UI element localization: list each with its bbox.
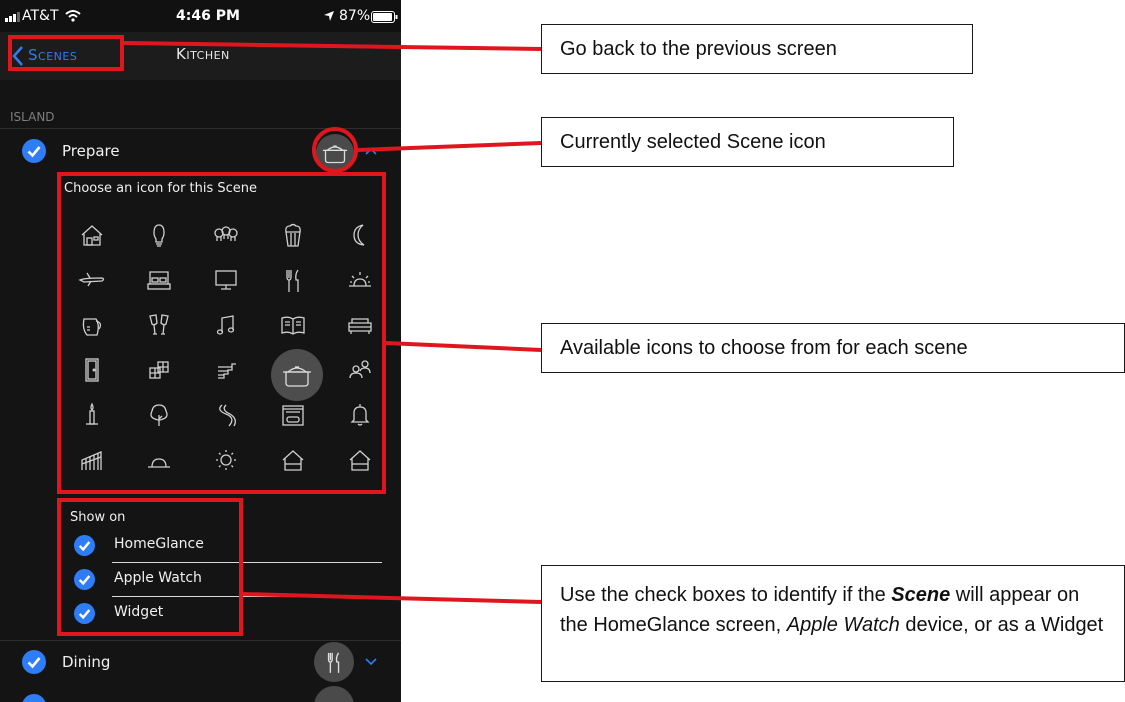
annotation-text: device, or as a Widget bbox=[899, 614, 1104, 636]
annotation-text-watch: Apple Watch bbox=[786, 614, 900, 636]
annotation-selected-icon-text: Currently selected Scene icon bbox=[560, 130, 826, 153]
annotation-text: Use the check boxes to identify if the bbox=[560, 584, 892, 606]
annotation-selected-icon: Currently selected Scene icon bbox=[541, 117, 954, 167]
annotation-back-text: Go back to the previous screen bbox=[560, 37, 837, 60]
annotation-available-text: Available icons to choose from for each … bbox=[560, 336, 968, 359]
annotation-available-icons: Available icons to choose from for each … bbox=[541, 323, 1125, 373]
annotation-checkboxes: Use the check boxes to identify if the S… bbox=[541, 565, 1125, 682]
annotation-text-scene: Scene bbox=[891, 584, 951, 606]
annotation-back: Go back to the previous screen bbox=[541, 24, 973, 74]
